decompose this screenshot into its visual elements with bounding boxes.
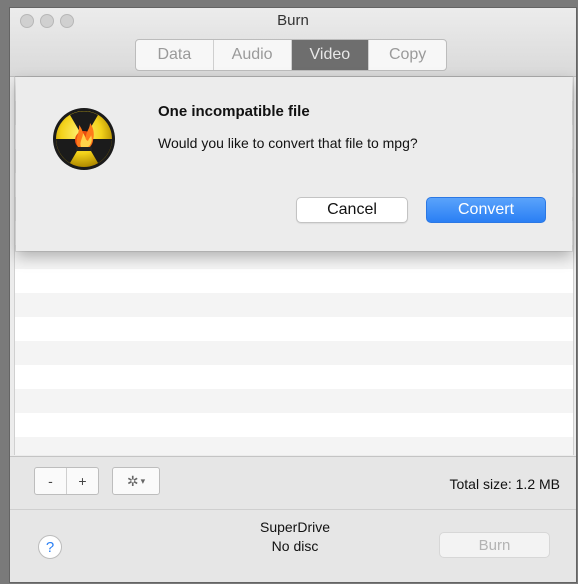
alert-title: One incompatible file (158, 103, 310, 120)
add-remove-control: - + (34, 467, 99, 495)
drive-status: No disc (271, 538, 319, 554)
mode-tabs: Data Audio Video Copy (135, 39, 447, 71)
remove-file-button[interactable]: - (35, 468, 66, 494)
convert-button[interactable]: Convert (426, 197, 546, 223)
tab-video[interactable]: Video (291, 40, 370, 70)
divider (10, 509, 576, 510)
gear-icon: ✲ (126, 472, 139, 489)
bottom-bar: - + ✲ ▾ Total size: 1.2 MB ? SuperDrive … (10, 456, 576, 582)
help-button[interactable]: ? (38, 535, 62, 559)
window-title: Burn (277, 12, 309, 29)
list-row-stripe (15, 341, 573, 365)
tab-copy[interactable]: Copy (369, 40, 446, 70)
cancel-button[interactable]: Cancel (296, 197, 408, 223)
action-menu-button[interactable]: ✲ ▾ (112, 467, 160, 495)
incompatible-file-alert: One incompatible file Would you like to … (16, 77, 572, 251)
tab-audio[interactable]: Audio (214, 40, 292, 70)
list-row-stripe (15, 389, 573, 413)
burn-radioactive-flame-icon (53, 108, 115, 170)
add-file-button[interactable]: + (66, 468, 98, 494)
chevron-down-icon: ▾ (140, 475, 146, 486)
title-bar: Burn Data Audio Video Copy (10, 8, 576, 77)
alert-message: Would you like to convert that file to m… (158, 135, 418, 151)
total-size-label: Total size: 1.2 MB (449, 476, 561, 492)
drive-name: SuperDrive (259, 519, 331, 535)
burn-button[interactable]: Burn (439, 532, 550, 558)
tab-data[interactable]: Data (136, 40, 214, 70)
list-row-stripe (15, 437, 573, 455)
list-row-stripe (15, 293, 573, 317)
burn-window: Burn Data Audio Video Copy One incompati… (10, 8, 576, 582)
